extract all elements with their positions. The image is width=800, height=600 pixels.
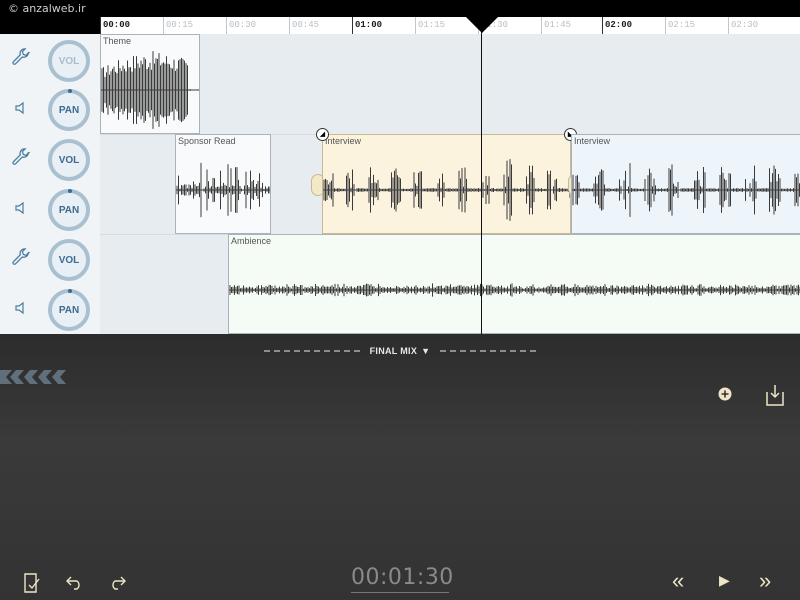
playhead-handle[interactable] <box>466 17 498 33</box>
audio-clip-interview[interactable]: Interview <box>571 134 800 234</box>
fast-forward-icon[interactable]: » <box>759 568 771 594</box>
final-mix-selector[interactable]: FINAL MIX ▼ <box>0 334 800 368</box>
mix-label: FINAL MIX <box>369 346 418 356</box>
wrench-icon[interactable] <box>10 48 32 70</box>
volume-knob[interactable]: VOL <box>48 139 90 181</box>
status-bar: © anzalweb.ir <box>0 0 800 17</box>
waveform <box>229 283 800 297</box>
ruler-tick: 02:30 <box>728 17 758 34</box>
ruler-tick: 02:15 <box>665 17 695 34</box>
waveform <box>101 51 199 129</box>
audio-clip-interview-selected[interactable]: Interview <box>322 134 571 234</box>
ruler-tick: 00:30 <box>226 17 256 34</box>
ruler-tick: 01:15 <box>415 17 445 34</box>
audio-clip-ambience[interactable]: Ambience <box>228 234 800 334</box>
pan-knob[interactable]: PAN <box>48 189 90 231</box>
speaker-icon[interactable] <box>14 200 30 216</box>
audio-clip-theme[interactable]: Theme <box>100 34 200 134</box>
divider <box>263 350 360 352</box>
timecode-display: 00:01:30 <box>351 565 453 593</box>
volume-knob[interactable]: VOL <box>48 40 90 82</box>
wrench-icon[interactable] <box>10 248 32 270</box>
ruler-tick: 01:45 <box>541 17 571 34</box>
playhead[interactable] <box>481 17 482 334</box>
redo-icon[interactable] <box>108 574 126 590</box>
audio-clip-sponsor-read[interactable]: Sponsor Read <box>175 134 271 234</box>
rewind-icon[interactable]: « <box>672 568 684 594</box>
undo-icon[interactable] <box>66 574 84 590</box>
divider <box>440 350 537 352</box>
mix-panel: FINAL MIX ▼ <box>0 334 800 600</box>
add-icon[interactable] <box>718 387 732 401</box>
track-area[interactable]: Theme Sponsor Read Interview ◢ ◣ Intervi… <box>100 34 800 334</box>
fade-in-handle-icon[interactable]: ◢ <box>316 128 329 141</box>
ruler-tick: 01:00 <box>352 17 382 34</box>
ruler-tick: 02:00 <box>602 17 632 34</box>
track-lane <box>100 34 800 135</box>
timeline-ruler[interactable]: 00:00 00:15 00:30 00:45 01:00 01:15 01:3… <box>100 17 800 35</box>
collapse-chevrons-icon[interactable] <box>0 370 78 384</box>
wrench-icon[interactable] <box>10 148 32 170</box>
pan-knob[interactable]: PAN <box>48 289 90 331</box>
waveform <box>323 159 570 221</box>
play-icon[interactable]: ▶ <box>719 572 730 589</box>
edit-icon[interactable] <box>24 571 42 593</box>
waveform <box>176 162 270 218</box>
ruler-tick: 00:45 <box>289 17 319 34</box>
export-icon[interactable] <box>766 384 784 406</box>
waveform <box>572 163 800 217</box>
speaker-icon[interactable] <box>14 300 30 316</box>
track-controls: VOL PAN VOL PAN VOL PAN <box>0 34 101 334</box>
chevron-down-icon: ▼ <box>421 346 431 356</box>
speaker-icon[interactable] <box>14 100 30 116</box>
ruler-tick: 00:00 <box>100 17 130 34</box>
pan-knob[interactable]: PAN <box>48 89 90 131</box>
ruler-tick: 00:15 <box>163 17 193 34</box>
volume-knob[interactable]: VOL <box>48 239 90 281</box>
watermark: © anzalweb.ir <box>8 2 86 15</box>
